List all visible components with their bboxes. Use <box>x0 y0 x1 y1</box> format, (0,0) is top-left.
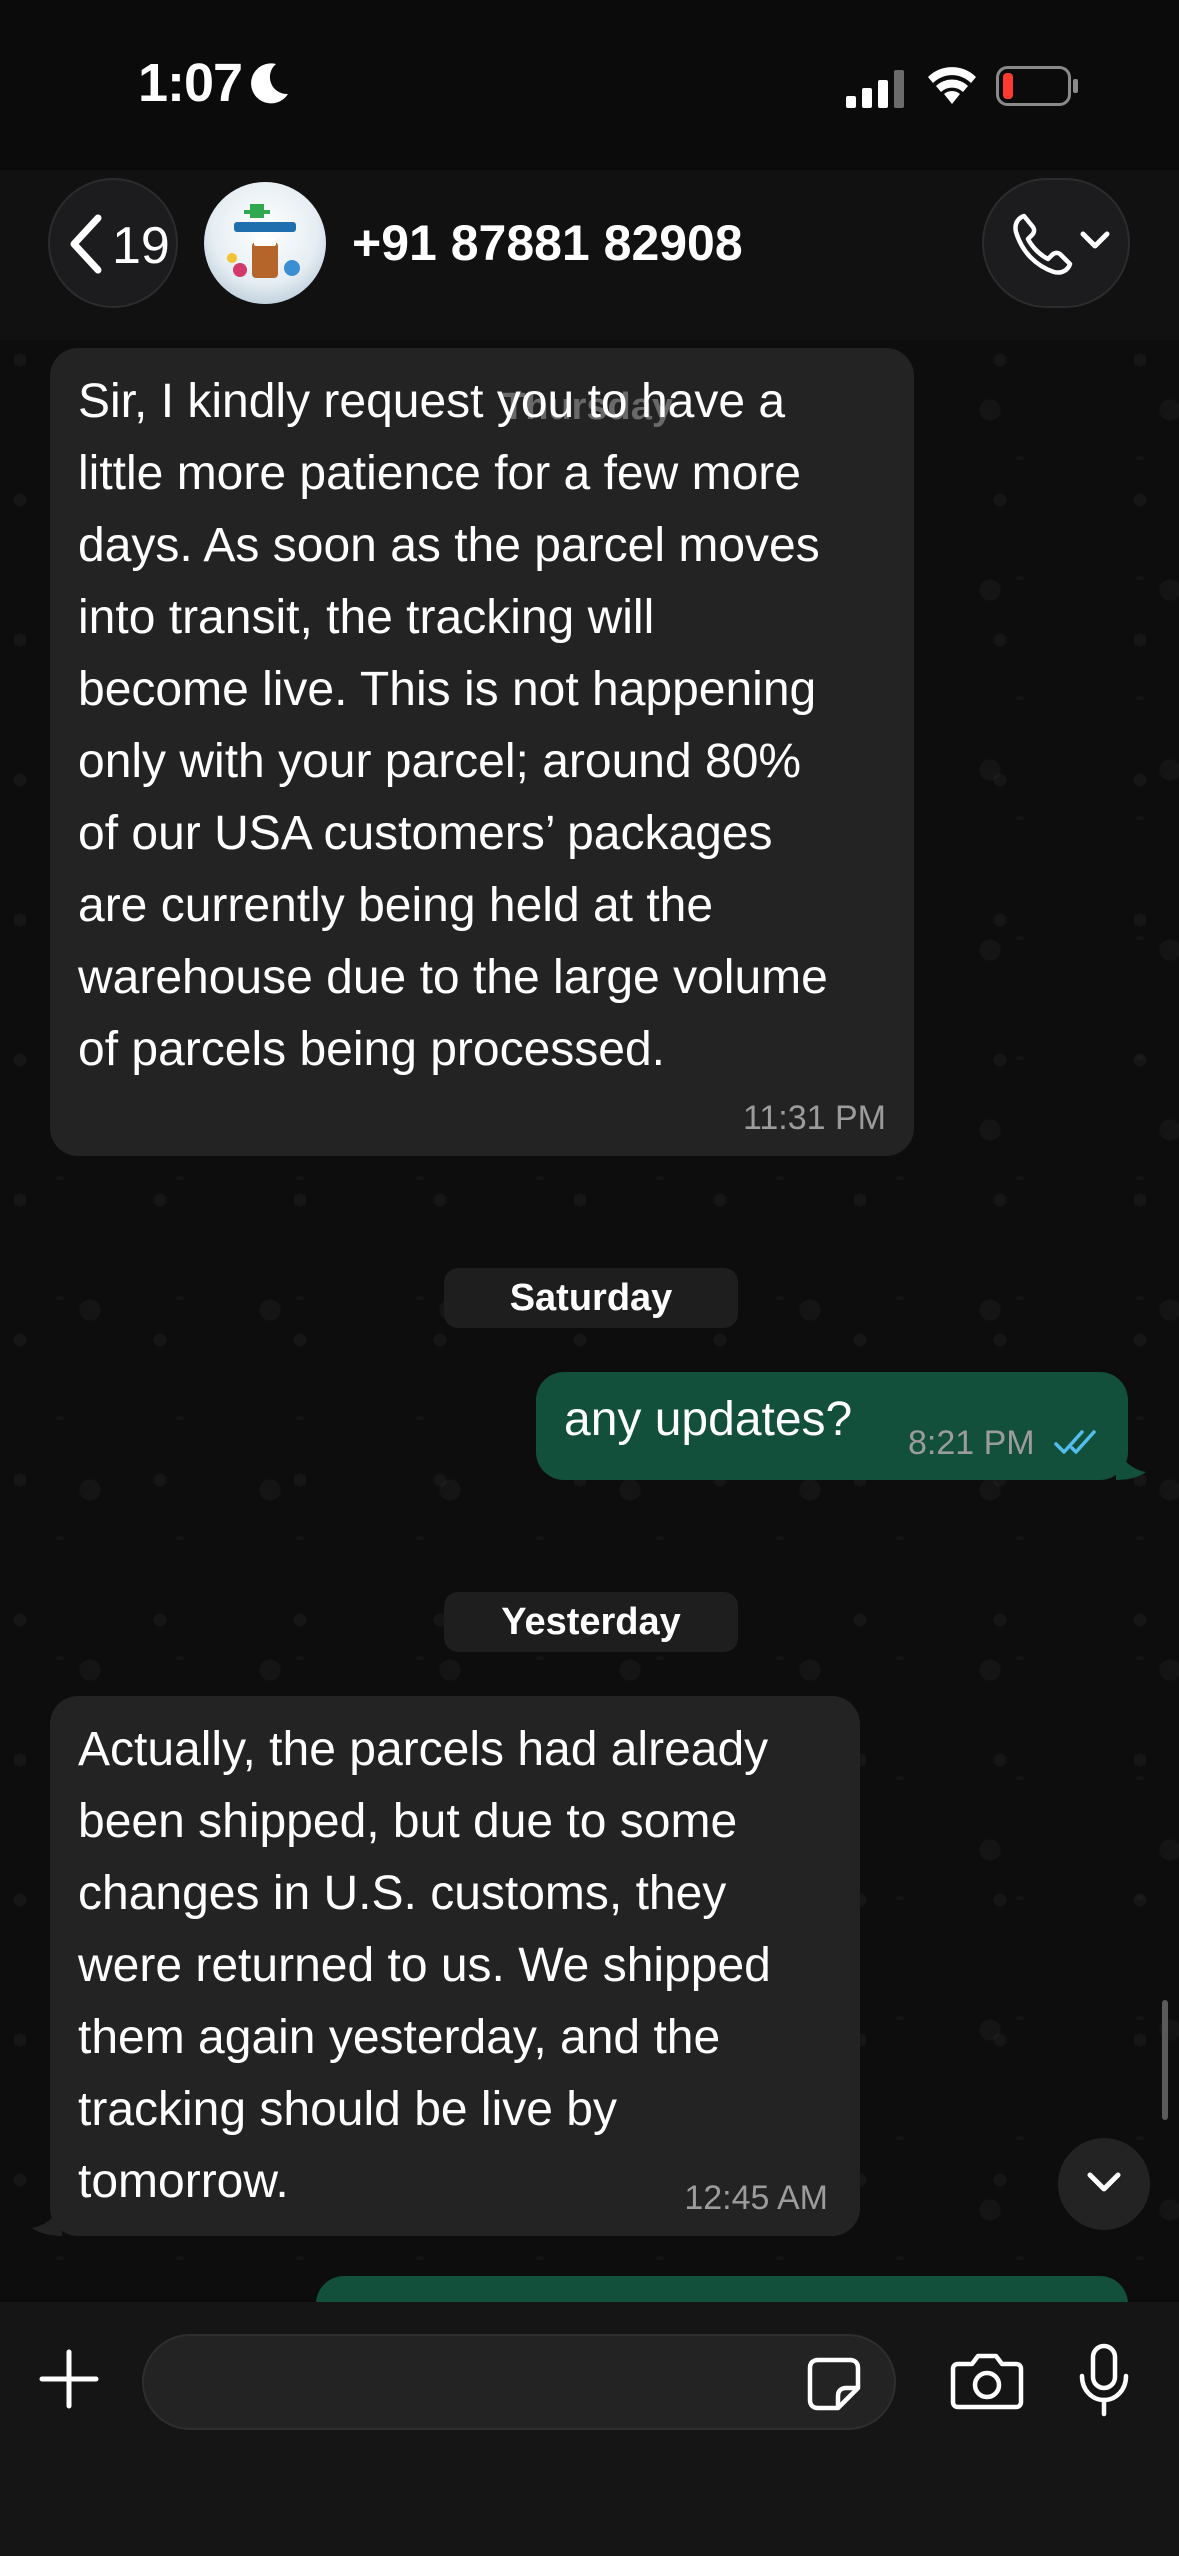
message-incoming[interactable]: Sir, I kindly request you to have a litt… <box>50 348 914 1156</box>
moon-icon <box>246 60 292 111</box>
message-time: 8:21 PM <box>908 1424 1035 1462</box>
scroll-indicator[interactable] <box>1162 2000 1168 2120</box>
message-input[interactable] <box>142 2334 896 2430</box>
bubble-tail <box>1116 1450 1146 1480</box>
scroll-down-button[interactable] <box>1058 2138 1150 2230</box>
message-outgoing[interactable]: any updates? 8:21 PM <box>536 1372 1128 1480</box>
status-bar: 1:07 <box>0 0 1179 170</box>
input-bar <box>0 2302 1179 2556</box>
chat-header: 19 +91 87881 82908 <box>0 170 1179 340</box>
signal-icon <box>846 70 906 113</box>
chevron-left-icon <box>66 212 106 281</box>
chevron-down-icon <box>1086 2170 1122 2201</box>
date-separator-ghost: Thursday <box>502 386 674 428</box>
chevron-down-icon <box>1080 230 1110 255</box>
unread-count: 19 <box>112 217 170 275</box>
back-button[interactable]: 19 <box>48 178 178 308</box>
bubble-tail <box>32 2206 62 2236</box>
contact-name[interactable]: +91 87881 82908 <box>352 214 743 272</box>
avatar[interactable] <box>204 182 326 304</box>
double-check-icon <box>1054 1428 1104 1463</box>
phone-icon <box>1010 210 1076 281</box>
message-text: Sir, I kindly request you to have a litt… <box>78 375 828 1076</box>
mic-icon[interactable] <box>1076 2342 1132 2423</box>
call-button[interactable] <box>982 178 1130 308</box>
wifi-icon <box>926 62 978 111</box>
message-text: Actually, the parcels had already been s… <box>78 1723 771 2208</box>
message-incoming[interactable]: Actually, the parcels had already been s… <box>50 1696 860 2236</box>
date-separator: Yesterday <box>444 1592 738 1652</box>
status-time: 1:07 <box>138 53 243 113</box>
date-separator: Saturday <box>444 1268 738 1328</box>
message-time: 11:31 PM <box>742 1099 886 1137</box>
message-time: 12:45 AM <box>684 2179 828 2217</box>
battery-icon <box>996 66 1080 111</box>
sticker-icon[interactable] <box>804 2354 864 2419</box>
camera-icon[interactable] <box>950 2350 1024 2415</box>
plus-icon[interactable] <box>36 2346 102 2417</box>
